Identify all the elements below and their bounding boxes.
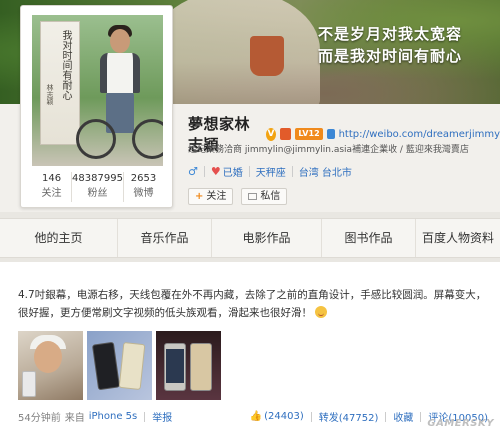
link-icon — [326, 129, 335, 139]
divider — [385, 411, 387, 422]
report-link[interactable]: 举报 — [152, 409, 172, 424]
rider-body — [100, 53, 140, 93]
verified-icon[interactable]: V — [265, 127, 277, 141]
divider — [420, 411, 422, 422]
divider — [203, 166, 205, 177]
divider — [248, 166, 250, 177]
watermark: GAMERSKY — [427, 418, 494, 429]
post-source[interactable]: iPhone 5s — [89, 411, 138, 422]
tab-home[interactable]: 他的主页 — [0, 219, 118, 257]
profile-info-row: ♂ ♥ 已婚 天秤座 台湾 台北市 — [188, 164, 352, 179]
stat-followers-count: 48387995 — [72, 173, 123, 184]
stat-following[interactable]: 146 关注 — [32, 172, 71, 202]
divider — [291, 166, 293, 177]
post-photo[interactable] — [156, 331, 221, 400]
cover-flowerpot-image — [250, 36, 284, 76]
tab-books[interactable]: 图书作品 — [322, 219, 416, 257]
photo-phone — [190, 343, 212, 391]
post-time[interactable]: 54分钟前 — [18, 409, 61, 424]
rider-head — [110, 29, 130, 53]
cover-person-image — [150, 0, 320, 104]
photo-phone — [118, 341, 146, 391]
mail-icon — [248, 193, 258, 200]
gender-male-icon: ♂ — [188, 165, 198, 178]
avatar-card: 我对时间有耐心 林志颖 146 关注 48387995 粉丝 2653 微博 — [20, 5, 173, 208]
vip-icon[interactable] — [280, 128, 292, 140]
level-badge[interactable]: LV12 — [295, 128, 323, 140]
stat-posts-count: 2653 — [130, 173, 157, 184]
plus-icon: + — [195, 191, 204, 202]
post-source-prefix: 来自 — [64, 413, 85, 424]
post-photo[interactable] — [87, 331, 152, 400]
photo-phone — [22, 371, 36, 397]
stat-posts-label: 微博 — [133, 188, 154, 199]
stat-followers[interactable]: 48387995 粉丝 — [71, 172, 123, 202]
avatar[interactable]: 我对时间有耐心 林志颖 — [32, 15, 163, 166]
tab-music[interactable]: 音乐作品 — [118, 219, 212, 257]
profile-stats: 146 关注 48387995 粉丝 2653 微博 — [32, 172, 163, 202]
smile-emoji-icon — [315, 306, 328, 318]
banner-slogan-line1: 不是岁月对我太宽容 — [317, 25, 462, 43]
book-cover-image: 我对时间有耐心 林志颖 — [40, 21, 80, 145]
divider — [310, 411, 312, 422]
bicycle-wheel — [132, 119, 163, 159]
home-url-link[interactable]: http://weibo.com/dreamerjimmy — [339, 129, 500, 140]
weibo-post: 4.7吋銀幕，电源右移，天线包覆在外不再内藏，去除了之前的直角设计，手感比较圆润… — [0, 262, 500, 431]
stat-following-count: 146 — [41, 173, 62, 184]
tab-baidu-profile[interactable]: 百度人物资料 — [416, 219, 500, 257]
tab-movies[interactable]: 电影作品 — [212, 219, 322, 257]
stat-followers-label: 粉丝 — [87, 188, 108, 199]
thumbs-up-icon: 👍 — [249, 411, 263, 422]
divider — [144, 411, 146, 422]
photo-face — [34, 341, 62, 373]
follow-button[interactable]: + 关注 — [188, 188, 234, 205]
profile-actions: + 关注 私信 — [188, 188, 288, 205]
stat-following-label: 关注 — [41, 188, 62, 199]
location[interactable]: 台湾 台北市 — [299, 164, 352, 179]
book-author: 林志颖 — [46, 84, 54, 105]
repost-link[interactable]: 转发(47752) — [319, 409, 379, 424]
stat-posts[interactable]: 2653 微博 — [122, 172, 163, 202]
follow-button-label: 关注 — [206, 191, 227, 202]
like-count[interactable]: (24403) — [264, 411, 304, 422]
marital-status[interactable]: 已婚 — [223, 164, 243, 179]
bicycle-wheel — [76, 119, 116, 159]
favorite-link[interactable]: 收藏 — [393, 409, 413, 424]
book-title: 我对时间有耐心 — [60, 30, 71, 100]
message-button-label: 私信 — [260, 191, 281, 202]
post-text-content: 4.7吋銀幕，电源右移，天线包覆在外不再内藏，去除了之前的直角设计，手感比较圆润… — [18, 289, 487, 319]
profile-tabs: 他的主页 音乐作品 电影作品 图书作品 百度人物资料 — [0, 218, 500, 258]
banner-slogan-line2: 而是我对时间有耐心 — [317, 47, 462, 65]
post-photos — [18, 331, 221, 400]
heart-icon: ♥ — [210, 165, 221, 178]
zodiac[interactable]: 天秤座 — [256, 164, 286, 179]
post-meta: 54分钟前 来自 iPhone 5s 举报 👍 (24403) 转发(47752… — [18, 409, 488, 424]
photo-phone-screen — [166, 349, 184, 383]
post-photo[interactable] — [18, 331, 83, 400]
message-button[interactable]: 私信 — [241, 188, 288, 205]
profile-bio: 经纪業務洽商 jimmylin@jimmylin.asia補連企業收 / 藍迎來… — [188, 145, 469, 155]
photo-phone — [91, 341, 121, 391]
post-text: 4.7吋銀幕，电源右移，天线包覆在外不再内藏，去除了之前的直角设计，手感比较圆润… — [18, 286, 488, 322]
